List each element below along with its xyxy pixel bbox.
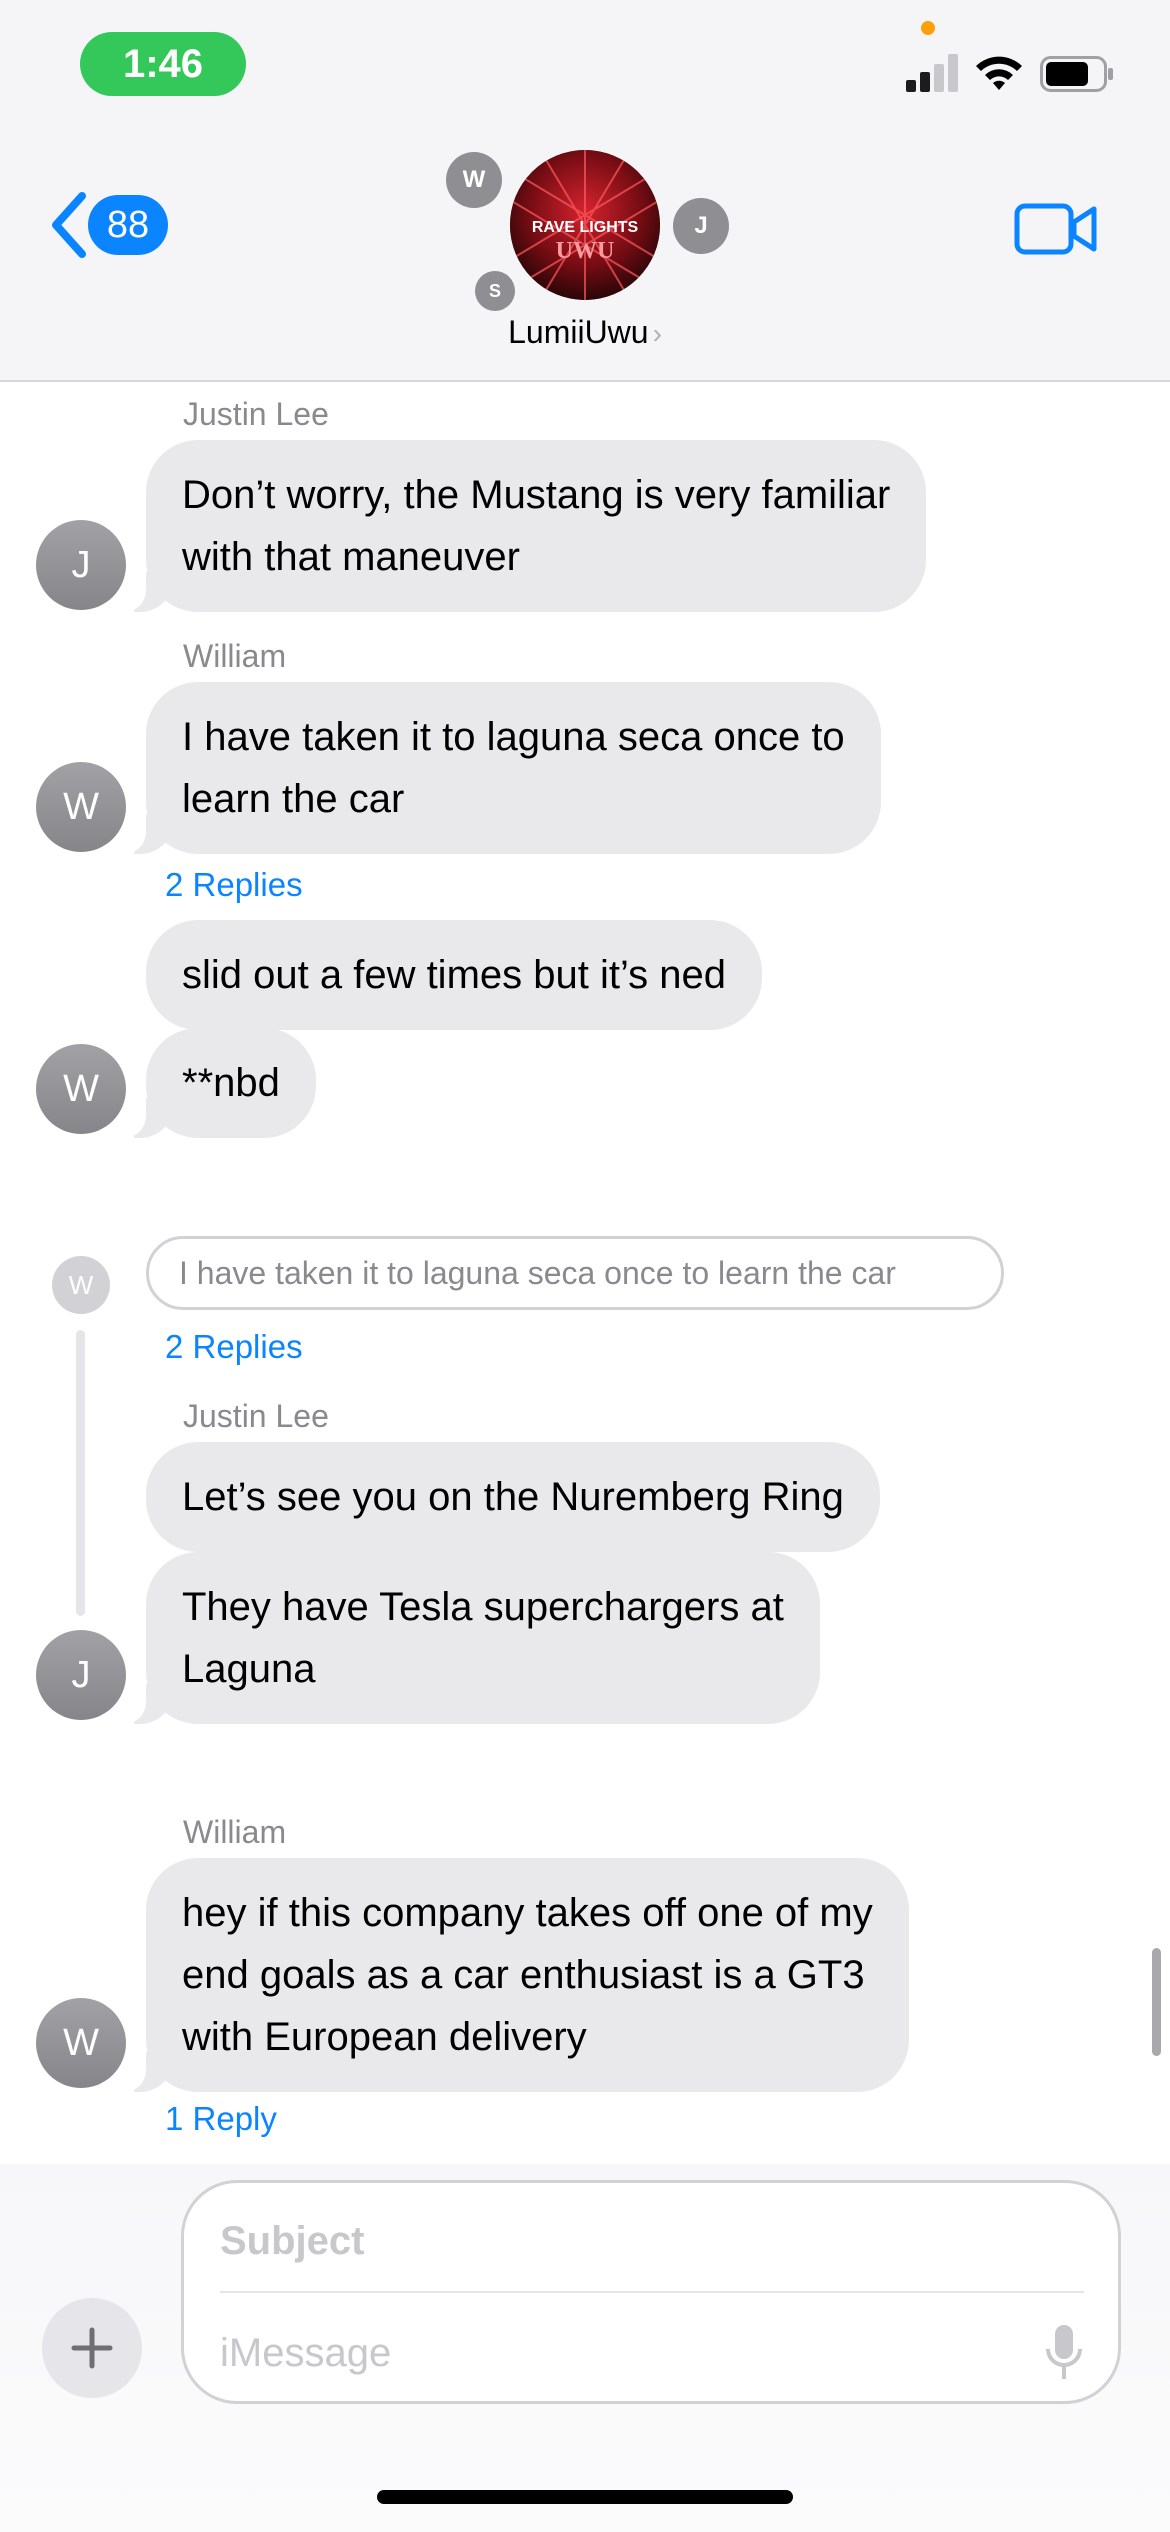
recording-indicator-dot xyxy=(921,21,935,35)
message-composer xyxy=(181,2180,1121,2404)
message-bubble[interactable]: Don’t worry, the Mustang is very familia… xyxy=(121,440,927,612)
message-line: hey if this company takes off one of my xyxy=(182,1891,873,1935)
message-line: with that maneuver xyxy=(182,535,520,579)
avatar-text-top: RAVE LIGHTS xyxy=(532,219,639,236)
message-text: Let’s see you on the Nuremberg Ring xyxy=(182,1475,844,1519)
message-line: end goals as a car enthusiast is a GT3 xyxy=(182,1953,865,1997)
avatar[interactable]: W xyxy=(36,1998,126,2088)
unread-count-badge: 88 xyxy=(88,195,168,255)
message-text: **nbd xyxy=(182,1061,280,1105)
member-avatar-j: J xyxy=(673,198,729,254)
message-line: Laguna xyxy=(182,1647,316,1691)
imessage-input[interactable] xyxy=(220,2317,1000,2389)
thread-line xyxy=(76,1330,85,1616)
avatar[interactable]: W xyxy=(36,762,126,852)
message-text: slid out a few times but it’s ned xyxy=(182,953,726,997)
sender-name: William xyxy=(183,1814,287,1850)
message-line: Don’t worry, the Mustang is very familia… xyxy=(182,473,891,517)
message-line: They have Tesla superchargers at xyxy=(182,1585,784,1629)
avatar[interactable]: W xyxy=(36,1044,126,1134)
conversation-header: 88 W J S RAVE LIGHTS UWU LumiiUwu › xyxy=(0,130,1170,382)
add-attachment-button[interactable] xyxy=(42,2298,142,2398)
message-bubble[interactable]: They have Tesla superchargers at Laguna xyxy=(122,1552,820,1724)
message-bubble[interactable]: **nbd xyxy=(122,1028,316,1138)
home-indicator[interactable] xyxy=(377,2490,793,2504)
message-bubble[interactable]: Let’s see you on the Nuremberg Ring xyxy=(146,1442,880,1552)
avatar[interactable]: J xyxy=(36,520,126,610)
message-bubble[interactable]: I have taken it to laguna seca once to l… xyxy=(122,682,881,854)
message-bubble[interactable]: slid out a few times but it’s ned xyxy=(146,920,762,1030)
subject-input[interactable] xyxy=(220,2205,1050,2277)
member-avatar-w: W xyxy=(446,152,502,208)
avatar-text-bottom: UWU xyxy=(556,238,615,264)
back-button[interactable]: 88 xyxy=(48,192,168,258)
message-line: learn the car xyxy=(182,777,405,821)
group-avatar[interactable]: RAVE LIGHTS UWU xyxy=(510,150,660,300)
battery-icon xyxy=(1040,56,1113,92)
chevron-right-icon: › xyxy=(652,318,662,349)
composer-divider xyxy=(220,2291,1084,2293)
sender-name: William xyxy=(183,638,287,674)
replies-link[interactable]: 1 Reply xyxy=(165,2100,277,2138)
group-name[interactable]: LumiiUwu › xyxy=(0,314,1170,351)
plus-icon xyxy=(71,2327,113,2369)
group-name-label: LumiiUwu xyxy=(508,314,649,350)
replies-link[interactable]: 2 Replies xyxy=(165,1328,303,1366)
quoted-sender-avatar: W xyxy=(52,1256,110,1314)
sender-name: Justin Lee xyxy=(183,1398,329,1434)
message-line: with European delivery xyxy=(182,2015,587,2059)
status-bar: 1:46 xyxy=(0,0,1170,130)
chevron-left-icon xyxy=(52,192,86,258)
scrollbar[interactable] xyxy=(1152,1948,1161,2056)
quoted-text: I have taken it to laguna seca once to l… xyxy=(179,1254,896,1291)
wifi-icon xyxy=(976,56,1022,90)
message-line: I have taken it to laguna seca once to xyxy=(182,715,845,759)
microphone-icon[interactable] xyxy=(1044,2323,1084,2383)
message-bubble[interactable]: hey if this company takes off one of my … xyxy=(122,1858,909,2092)
video-camera-icon[interactable] xyxy=(1014,200,1098,258)
rave-lights-image: RAVE LIGHTS UWU xyxy=(510,150,660,300)
status-time: 1:46 xyxy=(80,32,246,96)
replies-link[interactable]: 2 Replies xyxy=(165,866,303,904)
member-avatar-s: S xyxy=(475,271,515,311)
sender-name: Justin Lee xyxy=(183,396,329,432)
cellular-signal-icon xyxy=(906,54,958,92)
avatar[interactable]: J xyxy=(36,1630,126,1720)
quoted-message[interactable]: I have taken it to laguna seca once to l… xyxy=(146,1236,1004,1310)
